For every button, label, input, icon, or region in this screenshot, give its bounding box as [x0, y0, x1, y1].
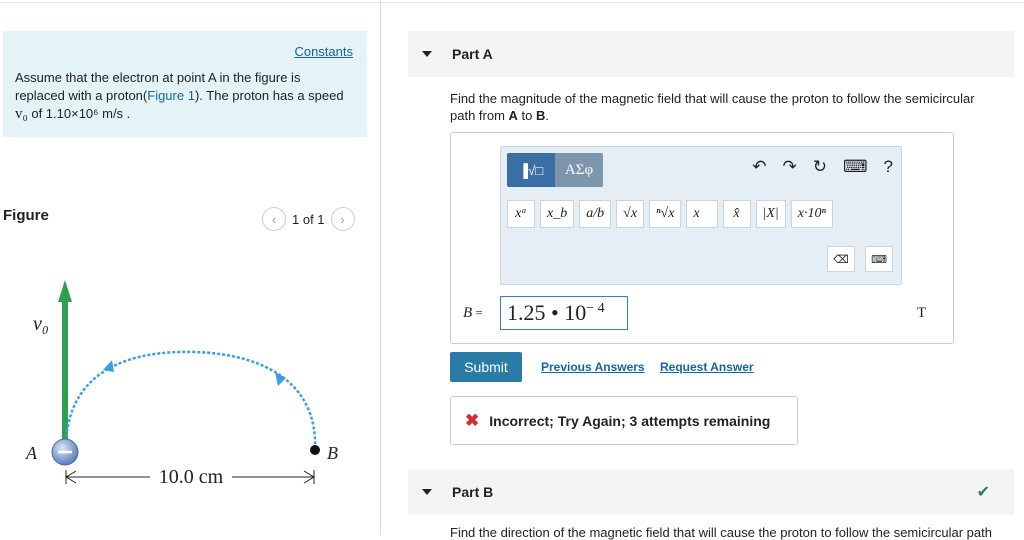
toolbar-palette-tabs: ▐√□ ΑΣφ — [507, 153, 603, 187]
scientific-notation-button[interactable]: x·10ⁿ — [790, 200, 833, 228]
incorrect-x-icon: ✖ — [465, 410, 480, 430]
answer-variable: B = — [463, 305, 483, 322]
v0-value: of 1.10×10⁶ m/s . — [27, 106, 131, 121]
part-b-header[interactable]: Part B ✔ — [408, 469, 1014, 515]
distance-label: 10.0 cm — [159, 466, 224, 488]
v0-label: v₀ — [33, 313, 49, 335]
pager-text: 1 of 1 — [292, 211, 325, 227]
part-a-question: Find the magnitude of the magnetic field… — [450, 90, 1000, 124]
toolbar-edit-buttons: ⌫ ⌨ — [827, 246, 893, 272]
point-b-label: B — [327, 443, 338, 463]
unit-vector-button[interactable]: x̂ — [722, 200, 751, 228]
right-panel: Part A Find the magnitude of the magneti… — [408, 0, 1014, 540]
redo-icon[interactable]: ↷ — [782, 157, 796, 177]
variable-b: B — [463, 305, 473, 321]
keyboard-shortcuts-icon[interactable]: ⌨ — [843, 157, 868, 177]
equals-sign: = — [475, 305, 483, 320]
keypad-icon[interactable]: ⌨ — [865, 246, 893, 272]
point-b-dot — [310, 445, 320, 455]
superscript-button[interactable]: xᵃ — [507, 200, 535, 228]
feedback-text: Incorrect; Try Again; 3 attempts remaini… — [489, 412, 771, 429]
undo-icon[interactable]: ↶ — [752, 157, 766, 177]
collapse-caret-icon[interactable] — [422, 489, 432, 495]
previous-answers-link[interactable]: Previous Answers — [541, 360, 645, 374]
prev-figure-button[interactable]: ‹ — [262, 207, 286, 231]
template-buttons: xᵃ x_b a/b √x ⁿ√x x⃗ x̂ |X| x·10ⁿ — [507, 200, 833, 228]
part-b-title: Part B — [452, 484, 494, 500]
delete-icon[interactable]: ⌫ — [827, 246, 855, 272]
absolute-value-button[interactable]: |X| — [755, 200, 786, 228]
path-arrow-1 — [103, 360, 114, 372]
point-a-label: A — [25, 443, 38, 463]
intro-text: Assume that the electron at point A in t… — [15, 69, 360, 123]
templates-tab[interactable]: ▐√□ — [507, 153, 555, 187]
v0-symbol: v₀ — [15, 106, 28, 122]
greek-symbols-tab[interactable]: ΑΣφ — [555, 153, 603, 187]
answer-box: ▐√□ ΑΣφ ↶ ↷ ↻ ⌨ ? xᵃ x_b a/b √x ⁿ√x x⃗ x… — [450, 132, 954, 344]
feedback-box: ✖ Incorrect; Try Again; 3 attempts remai… — [450, 396, 798, 445]
part-a-title: Part A — [452, 46, 493, 62]
check-mark-icon: ✔ — [976, 484, 990, 501]
question-text-mid: to — [517, 108, 536, 123]
intro-line1: Assume that the electron at point A in t… — [15, 70, 301, 85]
intro-line2-post: ). The proton has a speed — [194, 88, 344, 103]
submit-button[interactable]: Submit — [450, 352, 522, 382]
question-point-b: B — [536, 108, 546, 123]
answer-input[interactable]: 1.25 • 10− 4 — [500, 296, 628, 330]
next-figure-button[interactable]: › — [330, 207, 355, 231]
answer-unit: T — [917, 305, 927, 321]
part-a-header[interactable]: Part A — [408, 31, 1014, 77]
problem-intro: Constants Assume that the electron at po… — [3, 31, 367, 137]
intro-line2-pre: replaced with a proton( — [15, 88, 148, 103]
left-panel: Constants Assume that the electron at po… — [0, 0, 381, 535]
constants-link[interactable]: Constants — [294, 44, 353, 59]
nth-root-button[interactable]: ⁿ√x — [649, 200, 682, 228]
question-point-a: A — [508, 108, 518, 123]
question-text-end: . — [545, 108, 550, 123]
figure-label: Figure — [3, 207, 49, 224]
velocity-arrowhead — [58, 280, 72, 302]
toolbar-actions: ↶ ↷ ↻ ⌨ ? — [752, 157, 893, 177]
math-toolbar: ▐√□ ΑΣφ ↶ ↷ ↻ ⌨ ? xᵃ x_b a/b √x ⁿ√x x⃗ x… — [500, 146, 902, 285]
figure-pager: ‹ 1 of 1 › — [262, 207, 355, 231]
answer-mantissa: 1.25 • 10 — [507, 300, 587, 325]
answer-exponent: − 4 — [586, 301, 605, 316]
collapse-caret-icon[interactable] — [422, 51, 432, 57]
request-answer-link[interactable]: Request Answer — [660, 360, 754, 374]
part-b-question: Find the direction of the magnetic field… — [450, 525, 992, 540]
help-icon[interactable]: ? — [884, 157, 893, 177]
figure-link[interactable]: Figure 1 — [147, 88, 195, 103]
square-root-button[interactable]: √x — [616, 200, 645, 228]
semicircle-path — [64, 350, 317, 451]
reset-icon[interactable]: ↻ — [813, 157, 827, 177]
subscript-button[interactable]: x_b — [540, 200, 575, 228]
proton-path-figure: v₀ A B 10.0 cm — [25, 280, 338, 488]
fraction-button[interactable]: a/b — [579, 200, 612, 228]
vector-button[interactable]: x⃗ — [686, 200, 718, 228]
